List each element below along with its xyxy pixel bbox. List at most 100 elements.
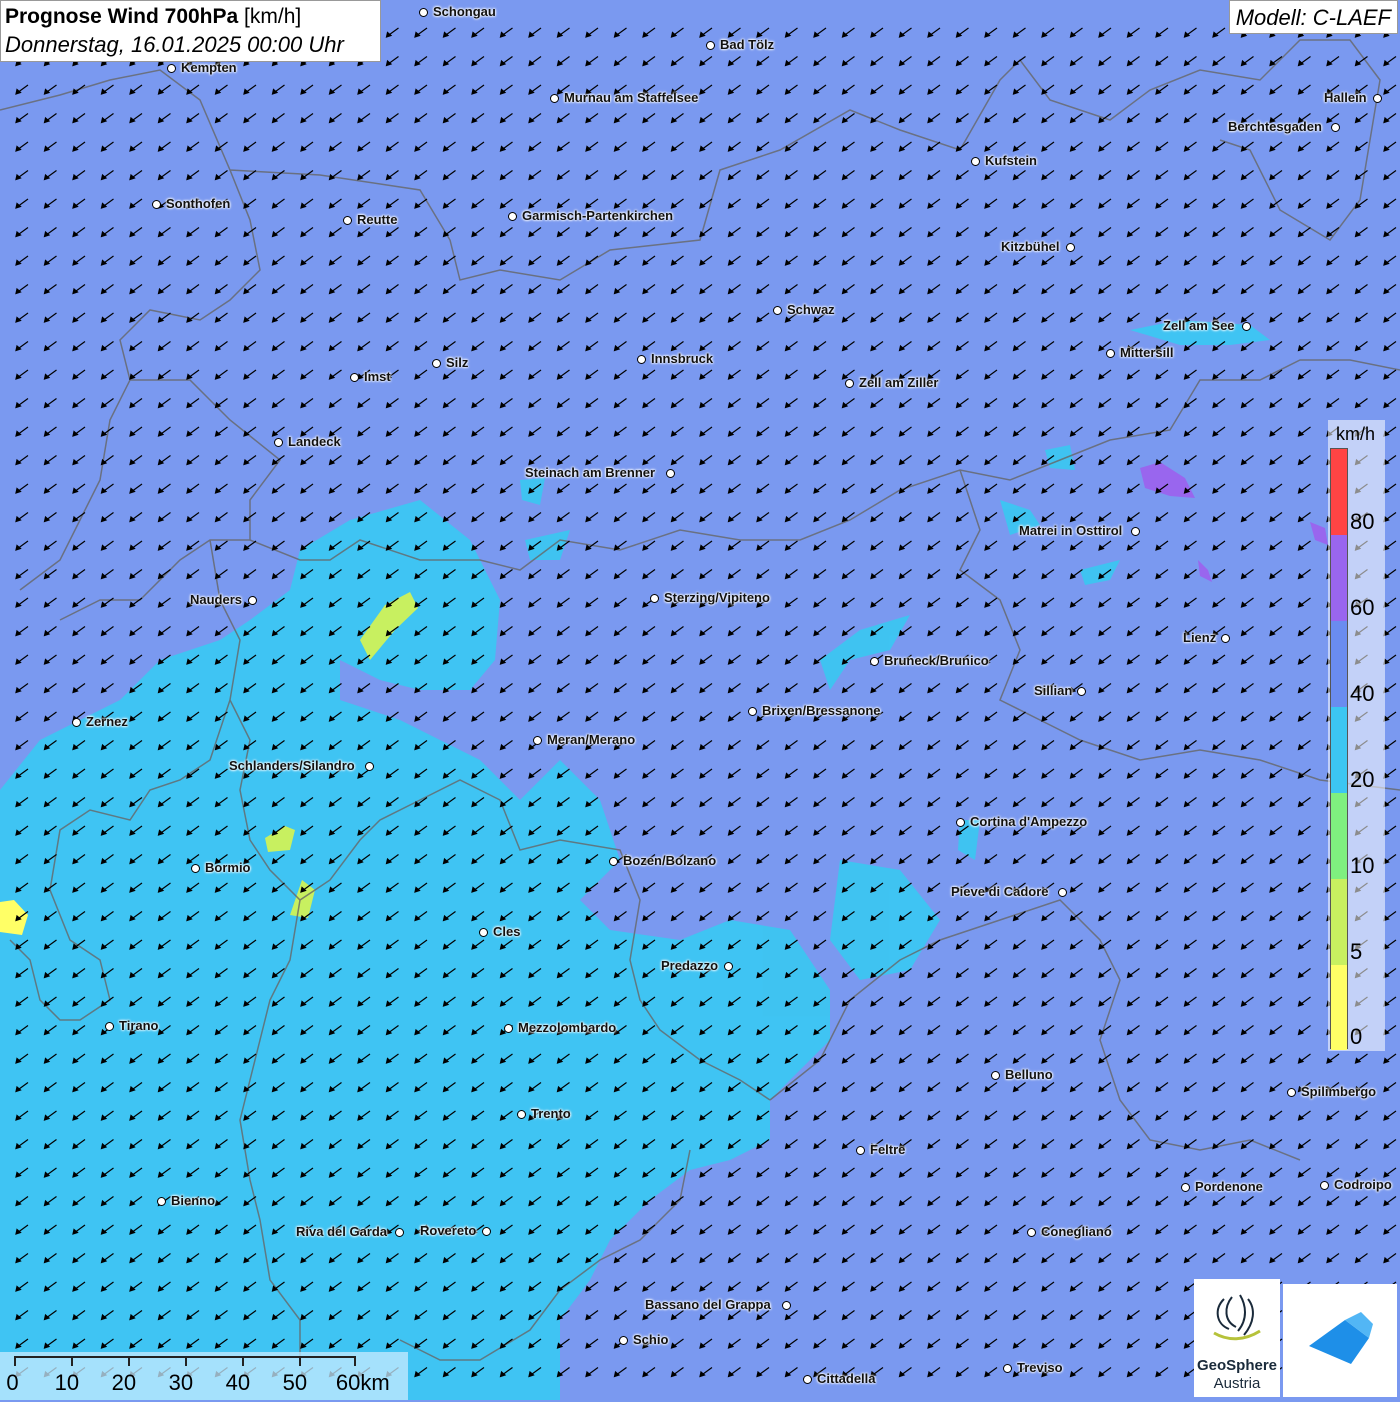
city-label: Berchtesgaden xyxy=(1228,119,1322,134)
city-dot-icon xyxy=(724,962,733,971)
city-label: Feltre xyxy=(870,1142,906,1157)
legend-tick: 40 xyxy=(1350,681,1375,706)
city-label: Murnau am Staffelsee xyxy=(564,90,699,105)
city-label: Reutte xyxy=(357,212,398,227)
forecast-date: Donnerstag, 16.01.2025 00:00 Uhr xyxy=(5,32,344,57)
title-main: Prognose Wind 700hPa xyxy=(5,5,239,28)
scale-tick xyxy=(128,1356,130,1366)
city-label: Sillian xyxy=(1034,683,1073,698)
city-dot-icon xyxy=(167,64,176,73)
scale-tick xyxy=(71,1356,73,1366)
city-label: Garmisch-Partenkirchen xyxy=(522,208,674,223)
city-dot-icon xyxy=(1181,1183,1190,1192)
city-label: Belluno xyxy=(1005,1067,1053,1082)
city-dot-icon xyxy=(1320,1181,1329,1190)
city-label: Schongau xyxy=(433,4,496,19)
city-label: Brixen/Bressanone xyxy=(762,703,881,718)
city-dot-icon xyxy=(803,1375,812,1384)
geosphere-swirl-icon xyxy=(1213,1294,1261,1341)
city-dot-icon xyxy=(105,1022,114,1031)
city-label: Tirano xyxy=(119,1018,159,1033)
legend-seg-10-20 xyxy=(1331,793,1347,879)
city-dot-icon xyxy=(157,1197,166,1206)
city-dot-icon xyxy=(248,596,257,605)
scale-label: 50 xyxy=(282,1370,308,1395)
city-label: Bruneck/Brunico xyxy=(884,653,989,668)
city-label: Riva del Garda xyxy=(296,1224,388,1239)
city-dot-icon xyxy=(395,1228,404,1237)
city-label: Mezzolombardo xyxy=(518,1020,617,1035)
title-box: Prognose Wind 700hPa [km/h] Donnerstag, … xyxy=(0,0,381,62)
city-dot-icon xyxy=(508,212,517,221)
legend-tick: 60 xyxy=(1350,595,1375,620)
city-label: Imst xyxy=(364,369,391,384)
city-label: Zernez xyxy=(86,714,128,729)
city-label: Treviso xyxy=(1017,1360,1063,1375)
city-dot-icon xyxy=(504,1024,513,1033)
city-label: Meran/Merano xyxy=(547,732,636,747)
scale-label: 60km xyxy=(335,1370,390,1395)
city-label: Codroipo xyxy=(1334,1177,1392,1192)
city-dot-icon xyxy=(517,1110,526,1119)
legend-seg-80plus xyxy=(1331,449,1347,535)
city-dot-icon xyxy=(1373,94,1382,103)
city-label: Schio xyxy=(633,1332,669,1347)
city-label: Bienno xyxy=(171,1193,216,1208)
weather-app-logo[interactable] xyxy=(1283,1284,1397,1397)
title-unit: [km/h] xyxy=(244,5,302,28)
city-dot-icon xyxy=(1058,888,1067,897)
city-label: Sterzing/Vipiteno xyxy=(664,590,770,605)
city-dot-icon xyxy=(72,718,81,727)
city-dot-icon xyxy=(956,818,965,827)
city-label: Matrei in Osttirol xyxy=(1019,523,1123,538)
city-dot-icon xyxy=(637,355,646,364)
scale-tick xyxy=(185,1356,187,1366)
city-label: Conegliano xyxy=(1041,1224,1112,1239)
city-label: Sonthofen xyxy=(166,196,231,211)
city-dot-icon xyxy=(1077,687,1086,696)
city-dot-icon xyxy=(419,8,428,17)
city-dot-icon xyxy=(650,594,659,603)
scale-bar: 0 10 20 30 40 50 60km xyxy=(0,1352,408,1400)
city-label: Steinach am Brenner xyxy=(525,465,656,480)
city-dot-icon xyxy=(1331,123,1340,132)
city-dot-icon xyxy=(666,469,675,478)
city-dot-icon xyxy=(971,157,980,166)
city-label: Bad Tölz xyxy=(720,37,775,52)
color-legend: km/h 80 60 40 20 10 5 0 xyxy=(1328,420,1385,1051)
city-dot-icon xyxy=(748,707,757,716)
city-label: Schlanders/Silandro xyxy=(229,758,355,773)
city-label: Mittersill xyxy=(1120,345,1174,360)
city-dot-icon xyxy=(609,857,618,866)
city-label: Nauders xyxy=(190,592,243,607)
legend-seg-5-10 xyxy=(1331,879,1347,965)
city-dot-icon xyxy=(1242,322,1251,331)
legend-tick: 80 xyxy=(1350,509,1375,534)
city-label: Cortina d'Ampezzo xyxy=(970,814,1088,829)
legend-color-bar xyxy=(1330,448,1348,1050)
scale-tick xyxy=(299,1356,301,1366)
city-label: Schwaz xyxy=(787,302,835,317)
scale-label: 0 xyxy=(6,1370,19,1395)
legend-unit: km/h xyxy=(1336,424,1376,444)
geosphere-logo[interactable]: GeoSphere Austria xyxy=(1194,1279,1280,1397)
app-arrow-icon xyxy=(1309,1312,1373,1364)
city-dot-icon xyxy=(432,359,441,368)
city-dot-icon xyxy=(343,216,352,225)
scale-label: 30 xyxy=(168,1370,194,1395)
city-dot-icon xyxy=(870,657,879,666)
scale-tick xyxy=(354,1356,356,1366)
city-label: Cittadella xyxy=(817,1371,876,1386)
geosphere-logo-text: GeoSphere xyxy=(1196,1357,1278,1374)
scale-tick xyxy=(242,1356,244,1366)
city-label: Kitzbühel xyxy=(1001,239,1060,254)
city-dot-icon xyxy=(1131,527,1140,536)
city-dot-icon xyxy=(1027,1228,1036,1237)
city-dot-icon xyxy=(856,1146,865,1155)
city-dot-icon xyxy=(365,762,374,771)
city-dot-icon xyxy=(773,306,782,315)
city-dot-icon xyxy=(1287,1088,1296,1097)
city-label: Silz xyxy=(446,355,469,370)
legend-tick: 5 xyxy=(1350,939,1363,964)
city-label: Innsbruck xyxy=(651,351,714,366)
